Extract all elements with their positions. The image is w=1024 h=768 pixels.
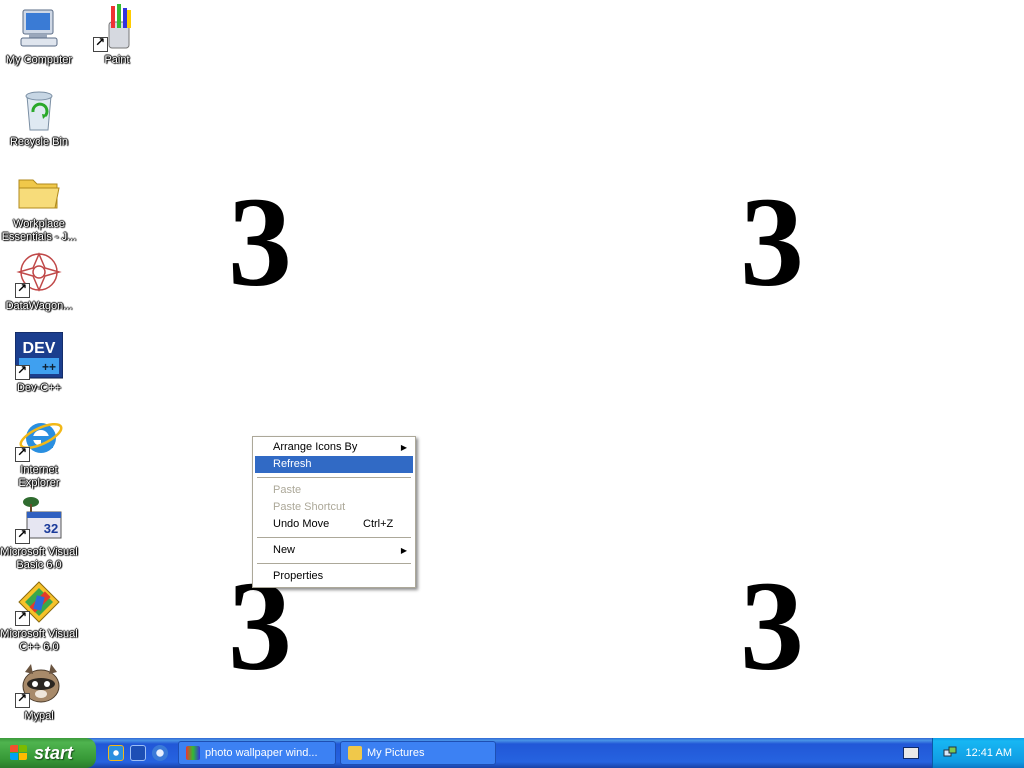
internet-explorer-icon[interactable] — [108, 745, 124, 761]
submenu-arrow-icon: ▶ — [400, 443, 407, 452]
desktop-icon-datawagon[interactable]: DataWagon... — [0, 250, 78, 313]
menu-item-label: Paste Shortcut — [273, 501, 346, 513]
task-button-label: photo wallpaper wind... — [205, 747, 318, 759]
menu-item-paste-shortcut: Paste Shortcut — [255, 499, 413, 516]
desktop-icon-label: Internet Explorer — [18, 464, 60, 489]
shortcut-arrow-icon — [15, 363, 30, 380]
menu-separator — [257, 537, 411, 538]
desktop-icon-internet-explorer[interactable]: Internet Explorer — [0, 414, 78, 490]
desktop-context-menu: Arrange Icons By ▶ Refresh Paste Paste S… — [252, 436, 416, 588]
vb-icon-text: 32 — [44, 521, 58, 536]
menu-item-label: Arrange Icons By — [273, 441, 358, 453]
desktop-icon-visual-basic[interactable]: 32 Microsoft Visual Basic 6.0 — [0, 496, 78, 572]
start-button[interactable]: start — [0, 738, 96, 768]
visual-cpp-icon — [15, 578, 63, 626]
shortcut-arrow-icon — [15, 527, 30, 544]
submenu-arrow-icon: ▶ — [400, 546, 407, 555]
shortcut-arrow-icon — [15, 609, 30, 626]
desktop-icon-recycle-bin[interactable]: Recycle Bin — [0, 86, 78, 149]
desktop-icon-label: Mypal — [24, 710, 54, 722]
network-icon[interactable] — [943, 746, 957, 760]
wallpaper-numeral-top-right: 3 — [740, 171, 804, 313]
desktop-icon-label: Microsoft Visual C++ 6.0 — [0, 628, 78, 653]
task-button-label: My Pictures — [367, 747, 425, 759]
desktop-icon-visual-cpp[interactable]: Microsoft Visual C++ 6.0 — [0, 578, 78, 654]
taskbar: start photo wallpaper wind... My Picture… — [0, 738, 1024, 768]
dev-cpp-icon: DEV ++ — [14, 331, 64, 380]
datawagon-icon — [15, 250, 63, 298]
desktop-icon-label: Recycle Bin — [9, 136, 69, 148]
task-button-photo-wallpaper[interactable]: photo wallpaper wind... — [178, 741, 336, 765]
paint-icon — [186, 746, 200, 760]
desktop-icon-paint[interactable]: Paint — [78, 4, 156, 67]
clock[interactable]: 12:41 AM — [966, 738, 1012, 768]
desktop-icon-label: Dev-C++ — [16, 382, 62, 394]
menu-separator — [257, 477, 411, 478]
desktop-icon-my-computer[interactable]: My Computer — [0, 4, 78, 67]
windows-logo-icon — [10, 745, 28, 761]
mypal-icon — [15, 660, 63, 708]
folder-icon — [348, 746, 362, 760]
menu-item-label: New — [273, 544, 296, 556]
svg-text:++: ++ — [42, 360, 56, 374]
menu-item-arrange-icons-by[interactable]: Arrange Icons By ▶ — [255, 439, 413, 456]
shortcut-arrow-icon — [15, 281, 30, 298]
desktop-icon-mypal[interactable]: Mypal — [0, 660, 78, 723]
system-tray: 12:41 AM — [932, 738, 1024, 768]
desktop-icon-label: Microsoft Visual Basic 6.0 — [0, 546, 78, 571]
menu-separator — [257, 563, 411, 564]
menu-item-label: Undo Move — [273, 518, 330, 530]
internet-explorer-icon — [15, 414, 63, 462]
desktop-icon-dev-cpp[interactable]: DEV ++ Dev-C++ — [0, 331, 78, 395]
desktop-icon-label: DataWagon... — [5, 300, 73, 312]
desktop-icon-label: Workplace Essentials - J... — [1, 218, 77, 243]
my-computer-icon — [15, 4, 63, 52]
wallpaper-numeral-top-left: 3 — [228, 171, 292, 313]
menu-item-shortcut: Ctrl+Z — [363, 518, 394, 530]
menu-item-properties[interactable]: Properties — [255, 568, 413, 585]
media-player-icon[interactable] — [152, 745, 168, 761]
menu-item-paste: Paste — [255, 482, 413, 499]
menu-item-label: Properties — [273, 570, 324, 582]
show-desktop-icon[interactable] — [130, 745, 146, 761]
menu-item-label: Refresh — [273, 458, 312, 470]
task-button-my-pictures[interactable]: My Pictures — [340, 741, 496, 765]
visual-basic-icon: 32 — [15, 496, 63, 544]
dev-icon-text: DEV — [23, 340, 56, 357]
start-label: start — [34, 743, 74, 763]
desktop-icon-workplace-essentials[interactable]: Workplace Essentials - J... — [0, 168, 78, 244]
shortcut-arrow-icon — [15, 445, 30, 462]
paint-icon — [93, 4, 141, 52]
menu-item-undo-move[interactable]: Undo Move Ctrl+Z — [255, 516, 413, 533]
desktop-icon-label: Paint — [104, 54, 130, 66]
wallpaper-numeral-bottom-right: 3 — [740, 555, 804, 697]
desktop-icon-label: My Computer — [5, 54, 73, 66]
keyboard-icon[interactable] — [903, 747, 919, 759]
recycle-bin-icon — [15, 86, 63, 134]
menu-item-new[interactable]: New ▶ — [255, 542, 413, 559]
menu-item-label: Paste — [273, 484, 302, 496]
shortcut-arrow-icon — [93, 35, 108, 52]
shortcut-arrow-icon — [15, 691, 30, 708]
folder-icon — [15, 168, 63, 216]
menu-item-refresh[interactable]: Refresh — [255, 456, 413, 473]
